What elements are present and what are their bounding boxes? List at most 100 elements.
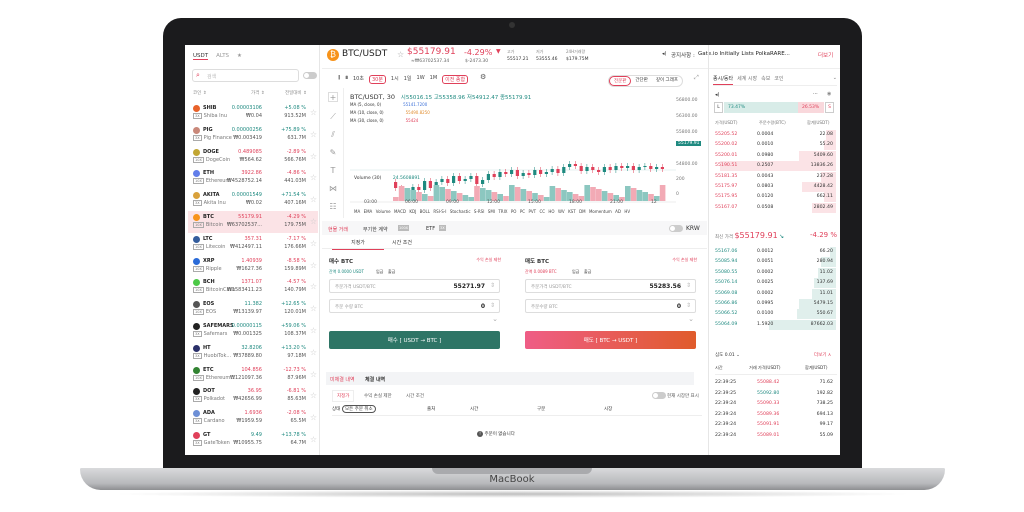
orderbook-row[interactable]: 55064.09 1.5920 87662.03: [709, 319, 839, 330]
favorite-star-icon[interactable]: ☆: [310, 326, 317, 335]
cancel-all-button[interactable]: 모든 주문 취소: [342, 405, 376, 413]
orders-tab-limit[interactable]: 지정가: [332, 390, 355, 402]
coin-row[interactable]: BCH 10X BitcoinCash 1371.07 ₩1583411.23 -4.57…: [188, 276, 318, 298]
more-icon[interactable]: ···: [813, 91, 818, 97]
tpsl-link[interactable]: 수익 손실 제한: [476, 257, 501, 263]
col-coin[interactable]: 코인 ⇕: [193, 91, 206, 96]
favorite-star-icon[interactable]: ☆: [310, 391, 317, 400]
indicator-option[interactable]: AD: [615, 209, 621, 214]
favorite-star-icon[interactable]: ☆: [310, 130, 317, 139]
settings-gear-icon[interactable]: ⚙: [480, 73, 486, 81]
coin-row[interactable]: BTC 10X Bitcoin 55179.91 ₩63702537... -4.29 %…: [188, 211, 318, 233]
indicator-option[interactable]: KST: [568, 209, 576, 214]
measure-icon[interactable]: ☷: [328, 202, 338, 212]
stepper-icon[interactable]: ⇕: [686, 302, 691, 309]
tab-time-condition[interactable]: 시간 조건: [392, 239, 412, 246]
deposit-link[interactable]: 입금: [376, 269, 383, 275]
stepper-icon[interactable]: ⇕: [490, 282, 495, 289]
tab-orderbook[interactable]: 종시/동타: [713, 75, 734, 85]
col-change[interactable]: 전일대비 ⇕: [285, 90, 307, 96]
withdraw-link[interactable]: 출금: [388, 269, 395, 275]
indicator-option[interactable]: RSI-S-I: [433, 209, 446, 214]
orderbook-row[interactable]: 55200.01 0.0980 5409.60: [709, 150, 839, 161]
col-price[interactable]: 가격 ⇕: [251, 90, 264, 96]
favorite-star-icon[interactable]: ☆: [310, 282, 317, 291]
favorite-star-icon[interactable]: ☆: [310, 239, 317, 248]
indicator-option[interactable]: HO: [548, 209, 554, 214]
coin-row[interactable]: ADA 3X Cardano 1.6936 ₩1959.59 -2.08 % 65.5M ☆: [188, 407, 318, 429]
interval-button[interactable]: 1M: [430, 75, 438, 84]
tab-open-orders[interactable]: 미체결 내역: [330, 376, 355, 383]
indicator-option[interactable]: CC: [539, 209, 545, 214]
interval-button[interactable]: 1일: [404, 75, 412, 84]
stepper-icon[interactable]: ⇕: [686, 282, 691, 289]
eye-icon[interactable]: ◉: [827, 91, 831, 97]
channel-icon[interactable]: ⫽: [328, 130, 338, 140]
tab-perpetual[interactable]: 무기한 계약: [363, 226, 388, 233]
indicator-option[interactable]: PVT: [528, 209, 536, 214]
tpsl-link[interactable]: 수익 손실 제한: [672, 257, 697, 263]
indicator-option[interactable]: PC: [520, 209, 525, 214]
pattern-icon[interactable]: ⋈: [328, 184, 338, 194]
coin-row[interactable]: DOGE 10X DogeCoin 0.489085 ₩564.62 -2.89 % 566…: [188, 146, 318, 168]
indicator-option[interactable]: BOLL: [420, 209, 430, 214]
indicator-option[interactable]: Stochastic: [450, 209, 471, 214]
indicator-option[interactable]: KDJ: [409, 209, 416, 214]
interval-button[interactable]: 30분: [368, 75, 386, 84]
coin-row[interactable]: DOT 3X Polkadot 36.95 ₩42656.99 -6.81 % 85.63M…: [188, 385, 318, 407]
view-simple[interactable]: 간단판: [631, 76, 651, 86]
depth-select[interactable]: 심도 0.01 ⌄: [715, 352, 740, 358]
orderbook-row[interactable]: 55190.51 0.2507 13836.26: [709, 161, 839, 172]
quantity-input[interactable]: 주문 수량 BTC 0 ⇕: [329, 299, 500, 313]
quantity-input[interactable]: 주문수량 BTC 0 ⇕: [525, 299, 696, 313]
indicator-option[interactable]: MA: [354, 209, 360, 214]
tab-limit[interactable]: 지정가: [332, 239, 384, 250]
fullscreen-icon[interactable]: ⤢: [694, 74, 699, 82]
tab-news[interactable]: 속보: [761, 75, 770, 85]
indicator-option[interactable]: HV: [624, 209, 630, 214]
coin-row[interactable]: AKITA 3X Akita Inu 0.00001549 ₩0.02 +71.54 % 4…: [188, 189, 318, 211]
indicator-option[interactable]: PO: [511, 209, 517, 214]
interval-button[interactable]: 1시: [391, 75, 399, 84]
coin-row[interactable]: SHIB 3X Shiba Inu 0.00003106 ₩0.04 +5.08 % 913…: [188, 102, 318, 124]
tab-alts[interactable]: ALTS: [216, 53, 229, 60]
favorite-star-icon[interactable]: ☆: [310, 152, 317, 161]
toggle-switch[interactable]: [303, 72, 317, 79]
orderbook-row[interactable]: 55080.55 0.0002 11.02: [709, 267, 839, 278]
sell-button[interactable]: 매도 [ BTC → USDT ]: [525, 331, 696, 349]
indicator-icon[interactable]: ⫼: [338, 75, 340, 84]
indicator-option[interactable]: SMI: [488, 209, 495, 214]
coin-row[interactable]: ETH 10X Ethereum 3922.86 ₩4528752.14 -4.86 % 4…: [188, 167, 318, 189]
sound-icon[interactable]: ◂): [715, 92, 719, 98]
coin-row[interactable]: LTC 10X Litecoin 357.31 ₩412497.11 -7.17 % 176…: [188, 233, 318, 255]
stepper-icon[interactable]: ⇕: [490, 302, 495, 309]
search-input[interactable]: ⌕ 검색: [192, 69, 299, 82]
favorite-star-icon[interactable]: ☆: [310, 370, 317, 379]
crosshair-icon[interactable]: +: [328, 92, 338, 102]
orderbook-row[interactable]: 55200.02 0.0010 55.20: [709, 140, 839, 151]
indicator-option[interactable]: EMA: [364, 209, 373, 214]
tab-global-market[interactable]: 세계 시장: [737, 75, 757, 85]
text-tool-icon[interactable]: T: [328, 166, 338, 176]
trend-line-icon[interactable]: ⟋: [328, 112, 338, 122]
favorite-star-icon[interactable]: ☆: [310, 413, 317, 422]
tab-etf[interactable]: ETF: [426, 226, 435, 232]
favorite-star-icon[interactable]: ☆: [310, 261, 317, 270]
deposit-link[interactable]: 입금: [572, 269, 579, 275]
tab-spot[interactable]: 현물 거래: [328, 226, 348, 233]
orderbook-row[interactable]: 55167.06 0.0012 66.20: [709, 247, 839, 257]
price-input[interactable]: 주문가격 USDT/BTC 55283.56 ⇕: [525, 279, 696, 293]
interval-button[interactable]: 1W: [417, 75, 425, 84]
trades-more-link[interactable]: 더보기 ∧: [814, 352, 831, 358]
view-pro[interactable]: 전문판: [609, 76, 632, 86]
favorite-star-icon[interactable]: ☆: [310, 435, 317, 444]
favorite-star-icon[interactable]: ☆: [310, 173, 317, 182]
coin-row[interactable]: XRP 10X Ripple 1.40939 ₩1627.36 -8.58 % 159.89…: [188, 255, 318, 277]
orders-tab-tpsl[interactable]: 수익 손실 제한: [364, 393, 392, 399]
indicator-option[interactable]: TRIX: [498, 209, 507, 214]
tab-order-history[interactable]: 체결 내역: [365, 376, 385, 383]
orderbook-row[interactable]: 55167.07 0.0508 2802.49: [709, 202, 839, 213]
expand-chevron-icon[interactable]: ⌄: [688, 315, 694, 323]
interval-button[interactable]: 10초: [353, 75, 364, 84]
chevron-down-icon[interactable]: ⌄: [833, 75, 837, 85]
